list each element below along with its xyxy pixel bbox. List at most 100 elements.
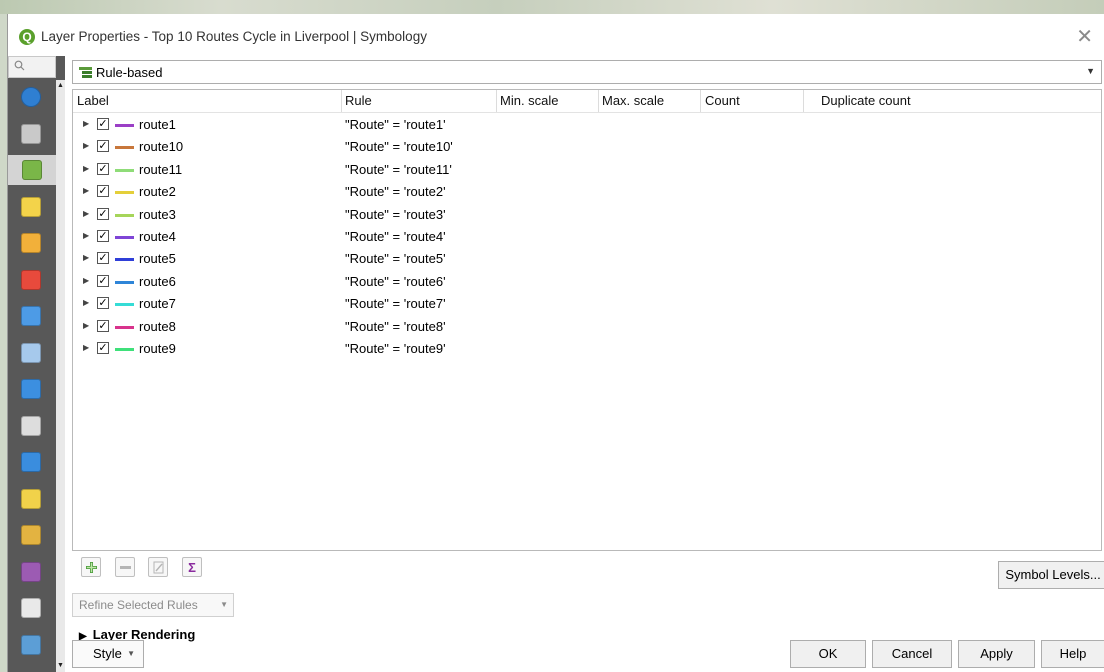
expand-arrow-icon[interactable]: ▶ — [83, 186, 89, 195]
rules-tree[interactable]: Label Rule Min. scale Max. scale Count D… — [72, 89, 1102, 551]
rule-label: route5 — [139, 251, 176, 267]
sidebar-tab-auxiliary-storage[interactable] — [14, 411, 48, 441]
symbol-swatch — [115, 236, 134, 239]
layer-properties-dialog: Q Layer Properties - Top 10 Routes Cycle… — [7, 14, 1104, 672]
header-count[interactable]: Count — [705, 93, 740, 108]
chevron-down-icon: ▼ — [1086, 66, 1095, 76]
rule-row[interactable]: ▶ ✓ route8 "Route" = 'route8' — [73, 316, 1101, 338]
rule-expression: "Route" = 'route2' — [345, 184, 446, 200]
sidebar-tab-metadata[interactable] — [14, 593, 48, 623]
rule-row[interactable]: ▶ ✓ route5 "Route" = 'route5' — [73, 248, 1101, 270]
symbol-swatch — [115, 280, 134, 284]
apply-button[interactable]: Apply — [958, 640, 1035, 668]
refine-label: Refine Selected Rules — [79, 598, 198, 612]
expand-arrow-icon[interactable]: ▶ — [83, 298, 89, 307]
header-duplicate-count[interactable]: Duplicate count — [821, 93, 911, 108]
sidebar-tab-dependencies[interactable] — [14, 630, 48, 660]
header-label[interactable]: Label — [77, 93, 109, 108]
rule-row[interactable]: ▶ ✓ route10 "Route" = 'route10' — [73, 136, 1101, 158]
header-max-scale[interactable]: Max. scale — [602, 93, 664, 108]
rule-checkbox[interactable]: ✓ — [97, 342, 109, 354]
sidebar-tab-fields[interactable] — [14, 301, 48, 331]
sidebar-scrollbar[interactable]: ▲ ▼ — [56, 80, 65, 672]
renderer-type-select[interactable]: Rule-based ▼ — [72, 60, 1102, 84]
add-rule-button[interactable] — [81, 557, 101, 577]
scroll-down-icon[interactable]: ▼ — [56, 660, 65, 672]
rule-row[interactable]: ▶ ✓ route7 "Route" = 'route7' — [73, 293, 1101, 315]
variables-icon — [21, 561, 41, 582]
sidebar-tab-rendering[interactable] — [14, 520, 48, 550]
sidebar-tab-information[interactable] — [14, 82, 48, 112]
chevron-down-icon: ▼ — [220, 600, 228, 609]
symbol-swatch — [115, 348, 134, 351]
edit-rule-button[interactable] — [148, 557, 168, 577]
rule-row[interactable]: ▶ ✓ route11 "Route" = 'route11' — [73, 159, 1101, 181]
rule-row[interactable]: ▶ ✓ route3 "Route" = 'route3' — [73, 204, 1101, 226]
symbol-swatch — [115, 258, 134, 262]
sidebar-tab-actions[interactable] — [14, 447, 48, 477]
expand-arrow-icon[interactable]: ▶ — [83, 253, 89, 262]
rule-row[interactable]: ▶ ✓ route2 "Route" = 'route2' — [73, 181, 1101, 203]
symbology-panel: Rule-based ▼ Label Rule Min. scale Max. … — [72, 56, 1104, 672]
sidebar-tab-source[interactable] — [14, 119, 48, 149]
help-button[interactable]: Help — [1041, 640, 1104, 668]
symbol-levels-button[interactable]: Symbol Levels... — [998, 561, 1104, 589]
expand-arrow-icon[interactable]: ▶ — [83, 276, 89, 285]
sidebar-tab-labels[interactable] — [14, 192, 48, 222]
refine-selected-rules-button[interactable]: Refine Selected Rules ▼ — [72, 593, 234, 617]
sidebar-search-input[interactable] — [8, 56, 56, 78]
sidebar-tab-variables[interactable] — [14, 557, 48, 587]
expand-arrow-icon[interactable]: ▶ — [83, 164, 89, 173]
rule-label: route4 — [139, 229, 176, 244]
rule-checkbox[interactable]: ✓ — [97, 207, 109, 220]
expand-arrow-icon[interactable]: ▶ — [83, 119, 89, 128]
expand-arrow-icon[interactable]: ▶ — [83, 343, 89, 352]
rule-label: route8 — [139, 318, 176, 334]
rule-label: route2 — [139, 184, 176, 200]
search-icon — [14, 60, 25, 71]
scroll-up-icon[interactable]: ▲ — [56, 80, 65, 92]
expand-arrow-icon[interactable]: ▶ — [83, 209, 89, 218]
column-divider — [803, 90, 804, 112]
rule-checkbox[interactable]: ✓ — [97, 185, 109, 198]
rule-row[interactable]: ▶ ✓ route6 "Route" = 'route6' — [73, 271, 1101, 293]
rule-row[interactable]: ▶ ✓ route1 "Route" = 'route1' — [73, 114, 1101, 136]
rule-label: route3 — [139, 206, 176, 222]
rule-checkbox[interactable]: ✓ — [97, 252, 109, 265]
rule-based-icon — [79, 66, 92, 78]
rule-row[interactable]: ▶ ✓ route9 "Route" = 'route9' — [73, 338, 1101, 360]
expand-arrow-icon[interactable]: ▶ — [83, 231, 89, 240]
sidebar-tab-display[interactable] — [14, 484, 48, 514]
map-canvas-background — [0, 0, 1104, 14]
rule-label: route11 — [139, 161, 183, 177]
sidebar-tab-masks[interactable] — [14, 228, 48, 258]
properties-sidebar: ▲ ▼ — [8, 56, 65, 672]
header-rule[interactable]: Rule — [345, 93, 372, 108]
expand-arrow-icon[interactable]: ▶ — [83, 141, 89, 150]
rule-checkbox[interactable]: ✓ — [97, 162, 109, 175]
sidebar-tab-attributes-form[interactable] — [14, 338, 48, 368]
dependencies-icon — [21, 634, 41, 655]
close-icon[interactable]: ✕ — [1076, 24, 1093, 49]
rule-checkbox[interactable]: ✓ — [97, 140, 109, 153]
cancel-button[interactable]: Cancel — [872, 640, 952, 668]
rule-checkbox[interactable]: ✓ — [97, 319, 109, 332]
rule-checkbox[interactable]: ✓ — [97, 274, 109, 287]
rule-checkbox[interactable]: ✓ — [97, 230, 109, 242]
header-min-scale[interactable]: Min. scale — [500, 93, 559, 108]
count-features-button[interactable]: Σ — [182, 557, 202, 577]
sidebar-tab-3d-view[interactable] — [14, 265, 48, 295]
rule-expression: "Route" = 'route4' — [345, 229, 446, 244]
column-divider — [341, 90, 342, 112]
rule-checkbox[interactable]: ✓ — [97, 118, 109, 130]
sidebar-tab-joins[interactable] — [14, 374, 48, 404]
expand-arrow-icon[interactable]: ▶ — [83, 321, 89, 330]
renderer-type-label: Rule-based — [96, 64, 163, 80]
title-bar: Q Layer Properties - Top 10 Routes Cycle… — [8, 14, 1104, 56]
ok-button[interactable]: OK — [790, 640, 866, 668]
sidebar-tab-symbology[interactable] — [8, 155, 56, 185]
remove-rule-button[interactable] — [115, 557, 135, 577]
rule-row[interactable]: ▶ ✓ route4 "Route" = 'route4' — [73, 226, 1101, 248]
style-menu-button[interactable]: Style ▼ — [72, 640, 144, 668]
rule-checkbox[interactable]: ✓ — [97, 297, 109, 310]
